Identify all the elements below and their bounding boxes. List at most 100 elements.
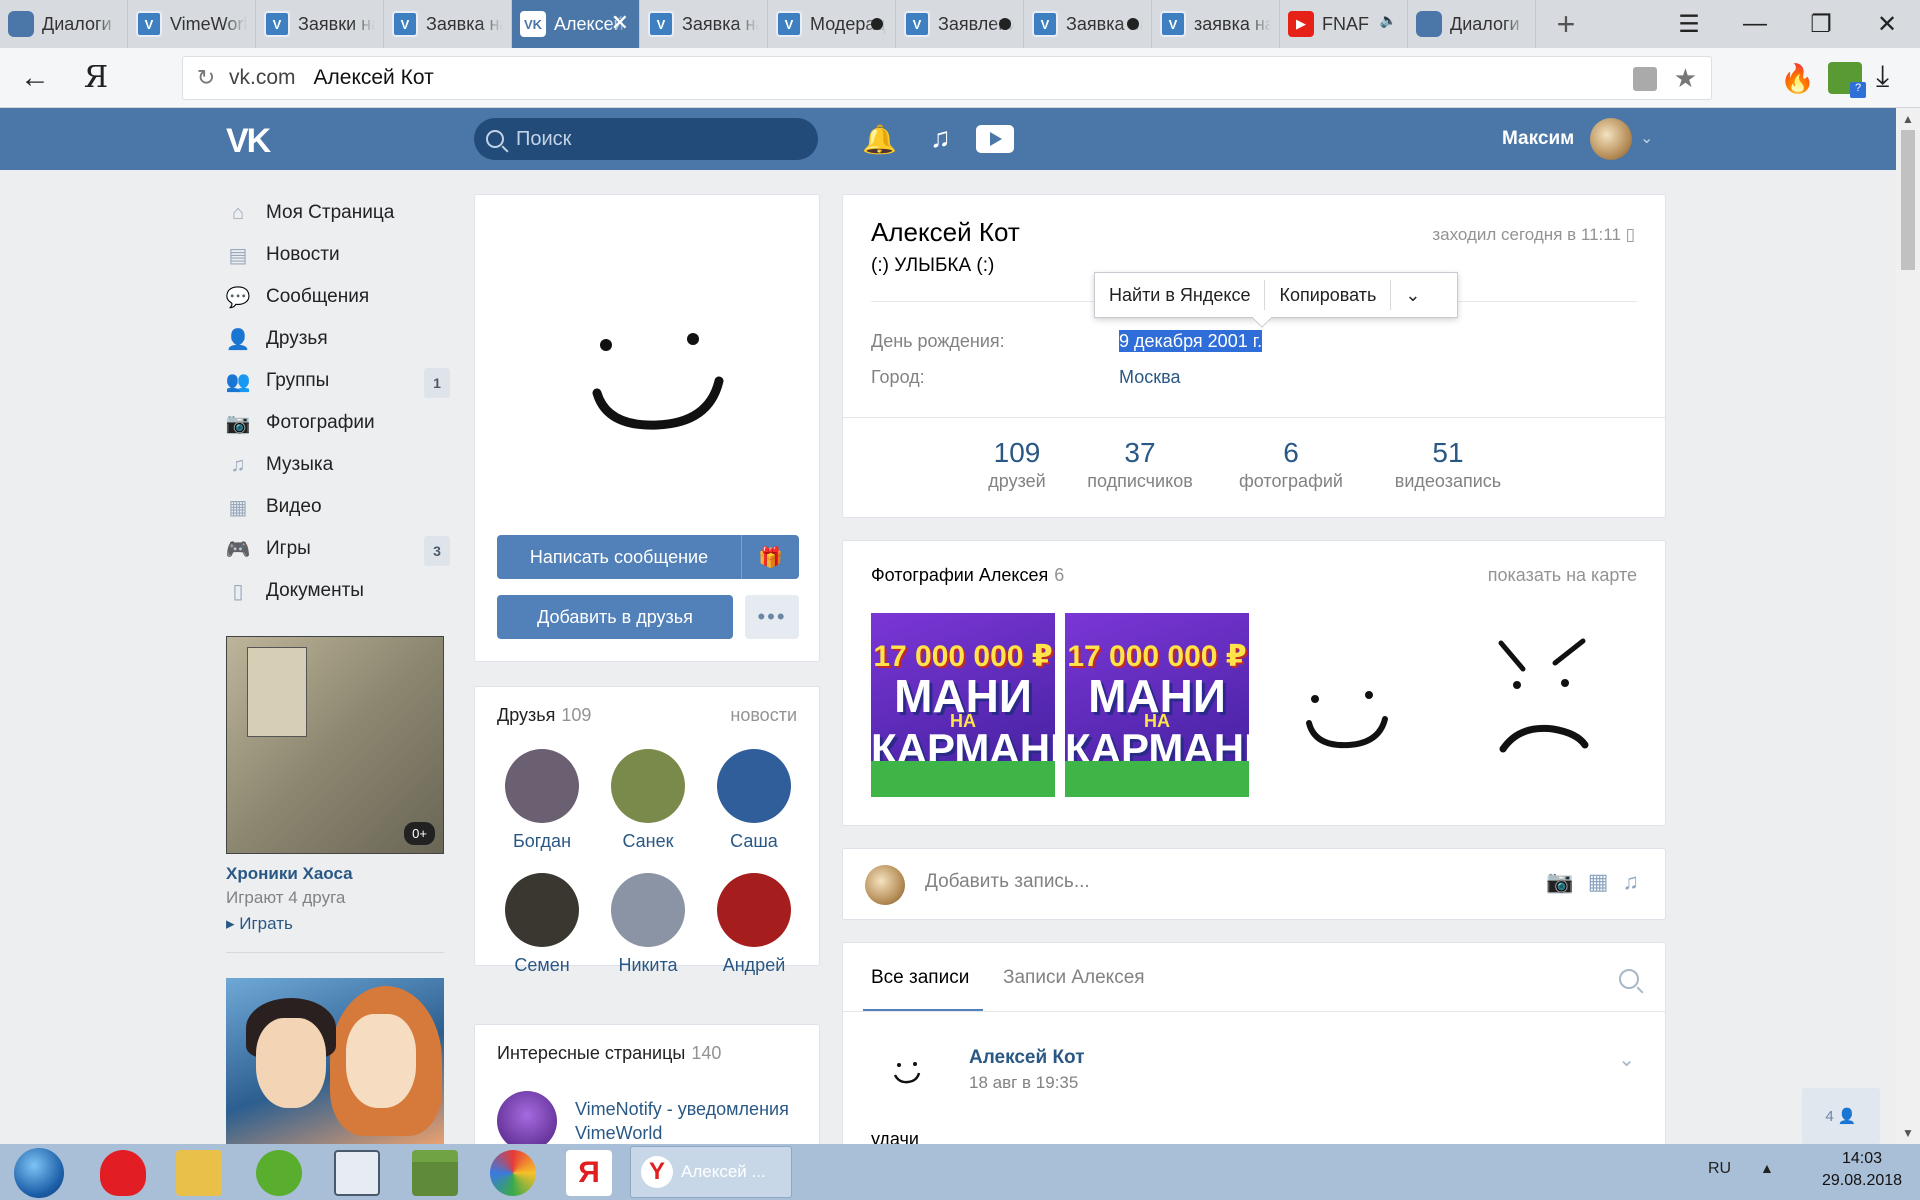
friend-item[interactable]: Саша <box>709 749 799 852</box>
tab-request-4[interactable]: Vзаявка на <box>1152 0 1280 48</box>
tab-request-2[interactable]: V Заявка на <box>640 0 768 48</box>
tray-expand-icon[interactable]: ▲ <box>1760 1160 1774 1176</box>
utorrent-icon[interactable] <box>256 1150 302 1196</box>
stat-photos[interactable]: 6 фотографий <box>1229 437 1353 492</box>
stat-friends[interactable]: 109 друзей <box>977 437 1057 492</box>
menu-item-groups[interactable]: 👥 Группы 1 <box>226 360 450 402</box>
minimize-icon[interactable]: — <box>1722 0 1788 48</box>
birthday-value[interactable]: 9 декабря 2001 г. <box>1119 330 1263 352</box>
scroll-down-icon[interactable]: ▼ <box>1902 1126 1914 1140</box>
friend-item[interactable]: Богдан <box>497 749 587 852</box>
game-banner-chronicles[interactable]: 0+ <box>226 636 444 854</box>
menu-item-video[interactable]: ▦ Видео <box>226 486 450 528</box>
page-avatar[interactable] <box>497 1091 557 1151</box>
downloads-icon[interactable]: ⤓ <box>1876 60 1889 94</box>
speaker-icon[interactable]: 🔈 <box>1380 12 1397 29</box>
menu-item-photos[interactable]: 📷 Фотографии <box>226 402 450 444</box>
close-tab-icon[interactable]: ✕ <box>611 10 629 36</box>
more-actions-button[interactable]: ••• <box>745 595 799 639</box>
music-note-icon[interactable]: ♫ <box>930 122 951 154</box>
back-arrow-icon[interactable]: ← <box>0 61 70 95</box>
tab-vimeworld[interactable]: VVimeWorld <box>128 0 256 48</box>
download-extension-icon[interactable]: ? <box>1828 62 1866 98</box>
tab-request-3[interactable]: V Заявка на <box>1024 0 1152 48</box>
chevron-down-icon[interactable]: ⌄ <box>1618 1047 1635 1072</box>
tab-moderation[interactable]: VМодерация <box>768 0 896 48</box>
add-friend-button[interactable]: Добавить в друзья <box>497 595 733 639</box>
search-input[interactable]: Поиск <box>474 118 818 160</box>
restore-icon[interactable]: ❐ <box>1788 0 1854 48</box>
vk-logo[interactable]: VK <box>226 122 271 161</box>
header-avatar[interactable] <box>1590 118 1632 160</box>
header-user-name[interactable]: Максим <box>1502 128 1574 150</box>
tab-profile-active[interactable]: VKАлексей Кот✕ <box>512 0 640 48</box>
tab-fnaf[interactable]: ▶ FNAF 🔈 <box>1280 0 1408 48</box>
minecraft-icon[interactable] <box>412 1150 458 1196</box>
lock-icon[interactable] <box>1633 67 1657 91</box>
video-icon[interactable]: ▦ <box>1588 869 1609 895</box>
chevron-down-icon[interactable]: ⌄ <box>1391 280 1434 310</box>
show-on-map-link[interactable]: показать на карте <box>1488 565 1637 586</box>
music-icon[interactable]: ♫ <box>1623 869 1640 895</box>
menu-item-friends[interactable]: 👤 Друзья <box>226 318 450 360</box>
page-scrollbar[interactable]: ▲ ▼ <box>1896 108 1920 1144</box>
tab-all-posts[interactable]: Все записи <box>871 967 969 989</box>
friend-item[interactable]: Андрей <box>709 873 799 976</box>
interesting-pages-title[interactable]: Интересные страницы 140 <box>497 1043 721 1064</box>
taskbar-active-window[interactable]: Y Алексей ... <box>630 1146 792 1198</box>
photo-thumb[interactable]: 17 000 000 ₽ МАНИ НА КАРМАНЕ <box>871 613 1055 797</box>
stat-followers[interactable]: 37 подписчиков <box>1075 437 1205 492</box>
game-title[interactable]: Хроники Хаоса <box>226 864 353 884</box>
profile-photo[interactable] <box>497 213 797 513</box>
photo-thumb[interactable]: 17 000 000 ₽ МАНИ НА КАРМАНЕ <box>1065 613 1249 797</box>
notifications-bell-icon[interactable]: 🔔 <box>862 123 897 156</box>
new-tab-button[interactable]: + <box>1536 0 1596 48</box>
menu-item-my-page[interactable]: ⌂ Моя Страница <box>226 192 450 234</box>
flame-extension-icon[interactable]: 🔥 <box>1780 62 1815 95</box>
search-icon[interactable] <box>1619 969 1639 989</box>
chevron-down-icon[interactable]: ⌄ <box>1640 128 1653 148</box>
tab-dialogs[interactable]: Диалоги <box>0 0 128 48</box>
tab-request[interactable]: V Заявка на <box>384 0 512 48</box>
scroll-up-icon[interactable]: ▲ <box>1902 112 1914 126</box>
write-message-button[interactable]: Написать сообщение <box>497 535 741 579</box>
tab-dialogs-2[interactable]: Диалоги <box>1408 0 1536 48</box>
yandex-browser-icon[interactable]: Я <box>566 1150 612 1196</box>
tab-statement[interactable]: VЗаявление <box>896 0 1024 48</box>
game-banner-anime[interactable] <box>226 978 444 1144</box>
menu-item-news[interactable]: ▤ Новости <box>226 234 450 276</box>
menu-icon[interactable]: ☰ <box>1656 0 1722 48</box>
camera-icon[interactable]: 📷 <box>1546 869 1573 895</box>
folder-icon[interactable] <box>176 1150 222 1196</box>
city-link[interactable]: Москва <box>1119 367 1180 387</box>
photo-thumb-angry[interactable] <box>1453 613 1637 797</box>
start-button[interactable] <box>14 1148 64 1198</box>
friends-news-link[interactable]: новости <box>730 705 797 726</box>
player-play-icon[interactable] <box>976 125 1014 153</box>
game-play-link[interactable]: ▸ Играть <box>226 914 293 934</box>
friend-item[interactable]: Никита <box>603 873 693 976</box>
window-app-icon[interactable] <box>334 1150 380 1196</box>
online-friends-chip[interactable]: 4 👤 <box>1802 1088 1880 1144</box>
clock-date[interactable]: 29.08.2018 <box>1800 1172 1920 1190</box>
heart-app-icon[interactable] <box>100 1150 146 1196</box>
reload-icon[interactable]: ↻ <box>183 65 229 91</box>
stat-videos[interactable]: 51 видеозапись <box>1383 437 1513 492</box>
yandex-button[interactable]: Я <box>70 60 122 95</box>
menu-item-music[interactable]: ♫ Музыка <box>226 444 450 486</box>
close-window-icon[interactable]: ✕ <box>1854 0 1920 48</box>
bookmark-star-icon[interactable]: ★ <box>1674 63 1697 94</box>
url-field[interactable]: ↻ vk.com Алексей Кот ★ <box>182 56 1712 100</box>
friend-item[interactable]: Семен <box>497 873 587 976</box>
find-in-yandex-button[interactable]: Найти в Яндексе <box>1095 280 1264 310</box>
post-author[interactable]: Алексей Кот <box>969 1047 1085 1069</box>
tab-requests[interactable]: V Заявки на <box>256 0 384 48</box>
new-post-input[interactable]: Добавить запись... <box>925 871 1090 893</box>
menu-item-messages[interactable]: 💬 Сообщения <box>226 276 450 318</box>
copy-button[interactable]: Копировать <box>1265 280 1390 310</box>
tab-own-posts[interactable]: Записи Алексея <box>1003 967 1145 989</box>
friend-item[interactable]: Санек <box>603 749 693 852</box>
post-date[interactable]: 18 авг в 19:35 <box>969 1073 1078 1093</box>
chrome-like-icon[interactable] <box>490 1150 536 1196</box>
menu-item-games[interactable]: 🎮 Игры 3 <box>226 528 450 570</box>
